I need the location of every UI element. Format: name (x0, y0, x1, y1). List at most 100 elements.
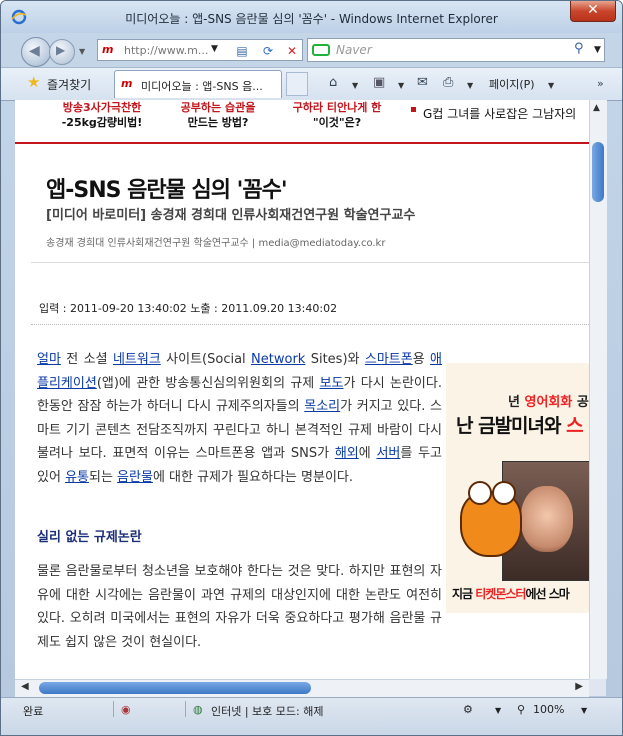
rss-feed-icon[interactable]: ▣ (373, 75, 385, 90)
ad-headline[interactable]: 난 금발미녀와 스 (456, 411, 584, 438)
ad-text-part[interactable]: 에선 스마 (525, 587, 569, 601)
promo-item-2[interactable]: 공부하는 습관을 만드는 방법? (163, 100, 273, 130)
title-bar: 미디어오늘 : 앱-SNS 음란물 심의 '꼼수' - Windows Inte… (1, 1, 622, 33)
status-text: 완료 (23, 705, 44, 718)
page-menu[interactable]: 페이지(P) (489, 76, 535, 92)
address-text[interactable]: http://www.m... (124, 44, 208, 57)
keyword-link[interactable]: 서버 (376, 446, 400, 461)
article-paragraph: 얼마 전 소셜 네트워크 사이트(Social Network Sites)와 … (37, 348, 442, 489)
close-button[interactable]: ✕ (570, 1, 616, 22)
ad-text-part[interactable]: 난 금발미녀와 (456, 415, 566, 437)
mail-icon[interactable]: ✉ (417, 75, 428, 90)
browser-window: 미디어오늘 : 앱-SNS 음란물 심의 '꼼수' - Windows Inte… (0, 0, 623, 736)
keyword-link[interactable]: Network (251, 352, 305, 367)
search-placeholder[interactable]: Naver (336, 43, 372, 57)
naver-logo-icon (312, 44, 330, 56)
scroll-up-icon[interactable]: ▲ (593, 103, 600, 113)
promo-line[interactable]: -25kg감량비법! (47, 115, 157, 130)
compat-view-icon[interactable]: ▤ (233, 42, 251, 60)
keyword-link[interactable]: 유통 (65, 470, 89, 485)
divider (185, 701, 186, 717)
zoom-level[interactable]: 100% (533, 703, 564, 716)
ad-text-part[interactable]: 스 (566, 415, 584, 437)
ad-text-part[interactable]: 티켓몬스터 (475, 587, 526, 601)
promo-line[interactable]: 만드는 방법? (163, 115, 273, 130)
article-dates: 입력 : 2011-09-20 13:40:02 노출 : 2011.09.20… (39, 302, 338, 315)
tab-active[interactable]: m 미디어오늘 : 앱-SNS 음... (114, 70, 282, 98)
paragraph-text: Sites)와 (305, 352, 365, 367)
search-icon[interactable]: ⚲ (574, 41, 584, 56)
home-dropdown-icon[interactable]: ▼ (352, 81, 358, 90)
divider (31, 262, 589, 263)
keyword-link[interactable]: 보도 (320, 376, 344, 391)
print-dropdown-icon[interactable]: ▼ (467, 81, 473, 90)
tab-label[interactable]: 미디어오늘 : 앱-SNS 음... (141, 78, 263, 94)
mascot-frog-image (460, 481, 522, 557)
new-tab-button[interactable] (286, 72, 308, 96)
article-paragraph: 물론 음란물로부터 청소년을 보호해야 한다는 것은 맞다. 하지만 표현의 자… (37, 564, 442, 650)
paragraph-text: 되는 (88, 469, 118, 485)
zone-dropdown-icon[interactable]: ▼ (495, 706, 501, 715)
horizontal-scrollbar[interactable]: ◀ ▶ (15, 679, 589, 697)
paragraph-text: 용 (412, 352, 431, 367)
scrollbar-thumb[interactable] (592, 142, 604, 202)
search-dropdown-icon[interactable]: ▼ (594, 45, 601, 55)
refresh-icon[interactable]: ⟳ (259, 42, 277, 60)
scroll-right-icon[interactable]: ▶ (575, 681, 583, 692)
paragraph-text: 에 대한 규제가 필요하다는 명분이다. (152, 469, 353, 485)
promo-link[interactable]: G컵 그녀를 사로잡은 그남자의 (423, 105, 576, 122)
ad-text-part[interactable]: 년 (508, 395, 525, 410)
vertical-scrollbar[interactable]: ▲ (589, 100, 607, 679)
ad-text-part[interactable]: 공 (572, 395, 589, 410)
zoom-icon[interactable]: ⚲ (517, 703, 525, 716)
paragraph-text: (앱)에 관한 방송통신심의위원회의 규제 (96, 375, 320, 391)
mascot-eye (492, 481, 516, 505)
promo-item-1[interactable]: 방송3사가극찬한 -25kg감량비법! (47, 100, 157, 130)
back-button[interactable]: ◀ (21, 37, 51, 67)
keyword-link[interactable]: 음란물 (117, 470, 153, 485)
promo-line[interactable]: "이것"은? (277, 115, 397, 130)
article-headline: 앱-SNS 음란물 심의 '꼼수' (46, 178, 288, 203)
window-title: 미디어오늘 : 앱-SNS 음란물 심의 '꼼수' - Windows Inte… (125, 12, 498, 26)
divider (113, 701, 114, 717)
favorites-button[interactable]: 즐겨찾기 (47, 76, 91, 93)
article-byline: 송경재 경희대 인류사회재건연구원 학술연구교수 | media@mediato… (46, 238, 386, 249)
site-favicon-icon: m (102, 43, 114, 56)
keyword-link[interactable]: 얼마 (37, 352, 61, 367)
promo-line[interactable]: 구하라 티안나게 한 (277, 100, 397, 115)
bullet-icon (411, 107, 416, 112)
promo-item-3[interactable]: 구하라 티안나게 한 "이것"은? (277, 100, 397, 130)
forward-button[interactable]: ▶ (49, 39, 75, 65)
stop-icon[interactable]: ✕ (283, 42, 301, 60)
scrollbar-thumb[interactable] (39, 682, 311, 694)
history-dropdown-icon[interactable]: ▼ (79, 47, 85, 56)
page-dropdown-icon[interactable]: ▼ (548, 81, 554, 90)
paragraph-text: 사이트(Social (160, 352, 252, 367)
search-box[interactable]: Naver ⚲ ▼ (307, 38, 605, 62)
scroll-corner (589, 679, 606, 696)
keyword-link[interactable]: 스마트폰 (365, 352, 413, 367)
section-title: 실리 없는 규제논란 (37, 530, 142, 545)
scroll-left-icon[interactable]: ◀ (21, 681, 29, 692)
privacy-icon[interactable]: ◉ (121, 703, 131, 716)
mascot-eye (468, 481, 492, 505)
keyword-link[interactable]: 네트워크 (113, 352, 161, 367)
keyword-link[interactable]: 해외 (335, 446, 359, 461)
keyword-link[interactable]: 목소리 (304, 399, 340, 414)
feed-dropdown-icon[interactable]: ▼ (398, 81, 404, 90)
home-icon[interactable]: ⌂ (329, 75, 337, 90)
zone-text[interactable]: 인터넷 | 보호 모드: 해제 (211, 703, 323, 719)
protected-mode-icon[interactable]: ⚙ (463, 703, 473, 716)
advertisement-banner[interactable]: 년 영어회화 공 난 금발미녀와 스 지금 티켓몬스터에선 스마 (446, 363, 589, 613)
promo-line[interactable]: 방송3사가극찬한 (47, 100, 157, 115)
ad-text[interactable]: 년 영어회화 공 (508, 391, 589, 410)
address-dropdown-icon[interactable]: ▼ (211, 44, 218, 54)
zoom-dropdown-icon[interactable]: ▼ (581, 706, 587, 715)
ad-text-part[interactable]: 영어회화 (525, 395, 573, 410)
print-icon[interactable]: ⎙ (443, 75, 453, 90)
promo-line[interactable]: 공부하는 습관을 (163, 100, 273, 115)
ad-footer-text[interactable]: 지금 티켓몬스터에선 스마 (452, 585, 570, 602)
ad-text-part[interactable]: 지금 (452, 587, 475, 601)
favorites-star-icon[interactable]: ★ (27, 73, 40, 91)
chevron-more-icon[interactable]: » (597, 77, 604, 90)
